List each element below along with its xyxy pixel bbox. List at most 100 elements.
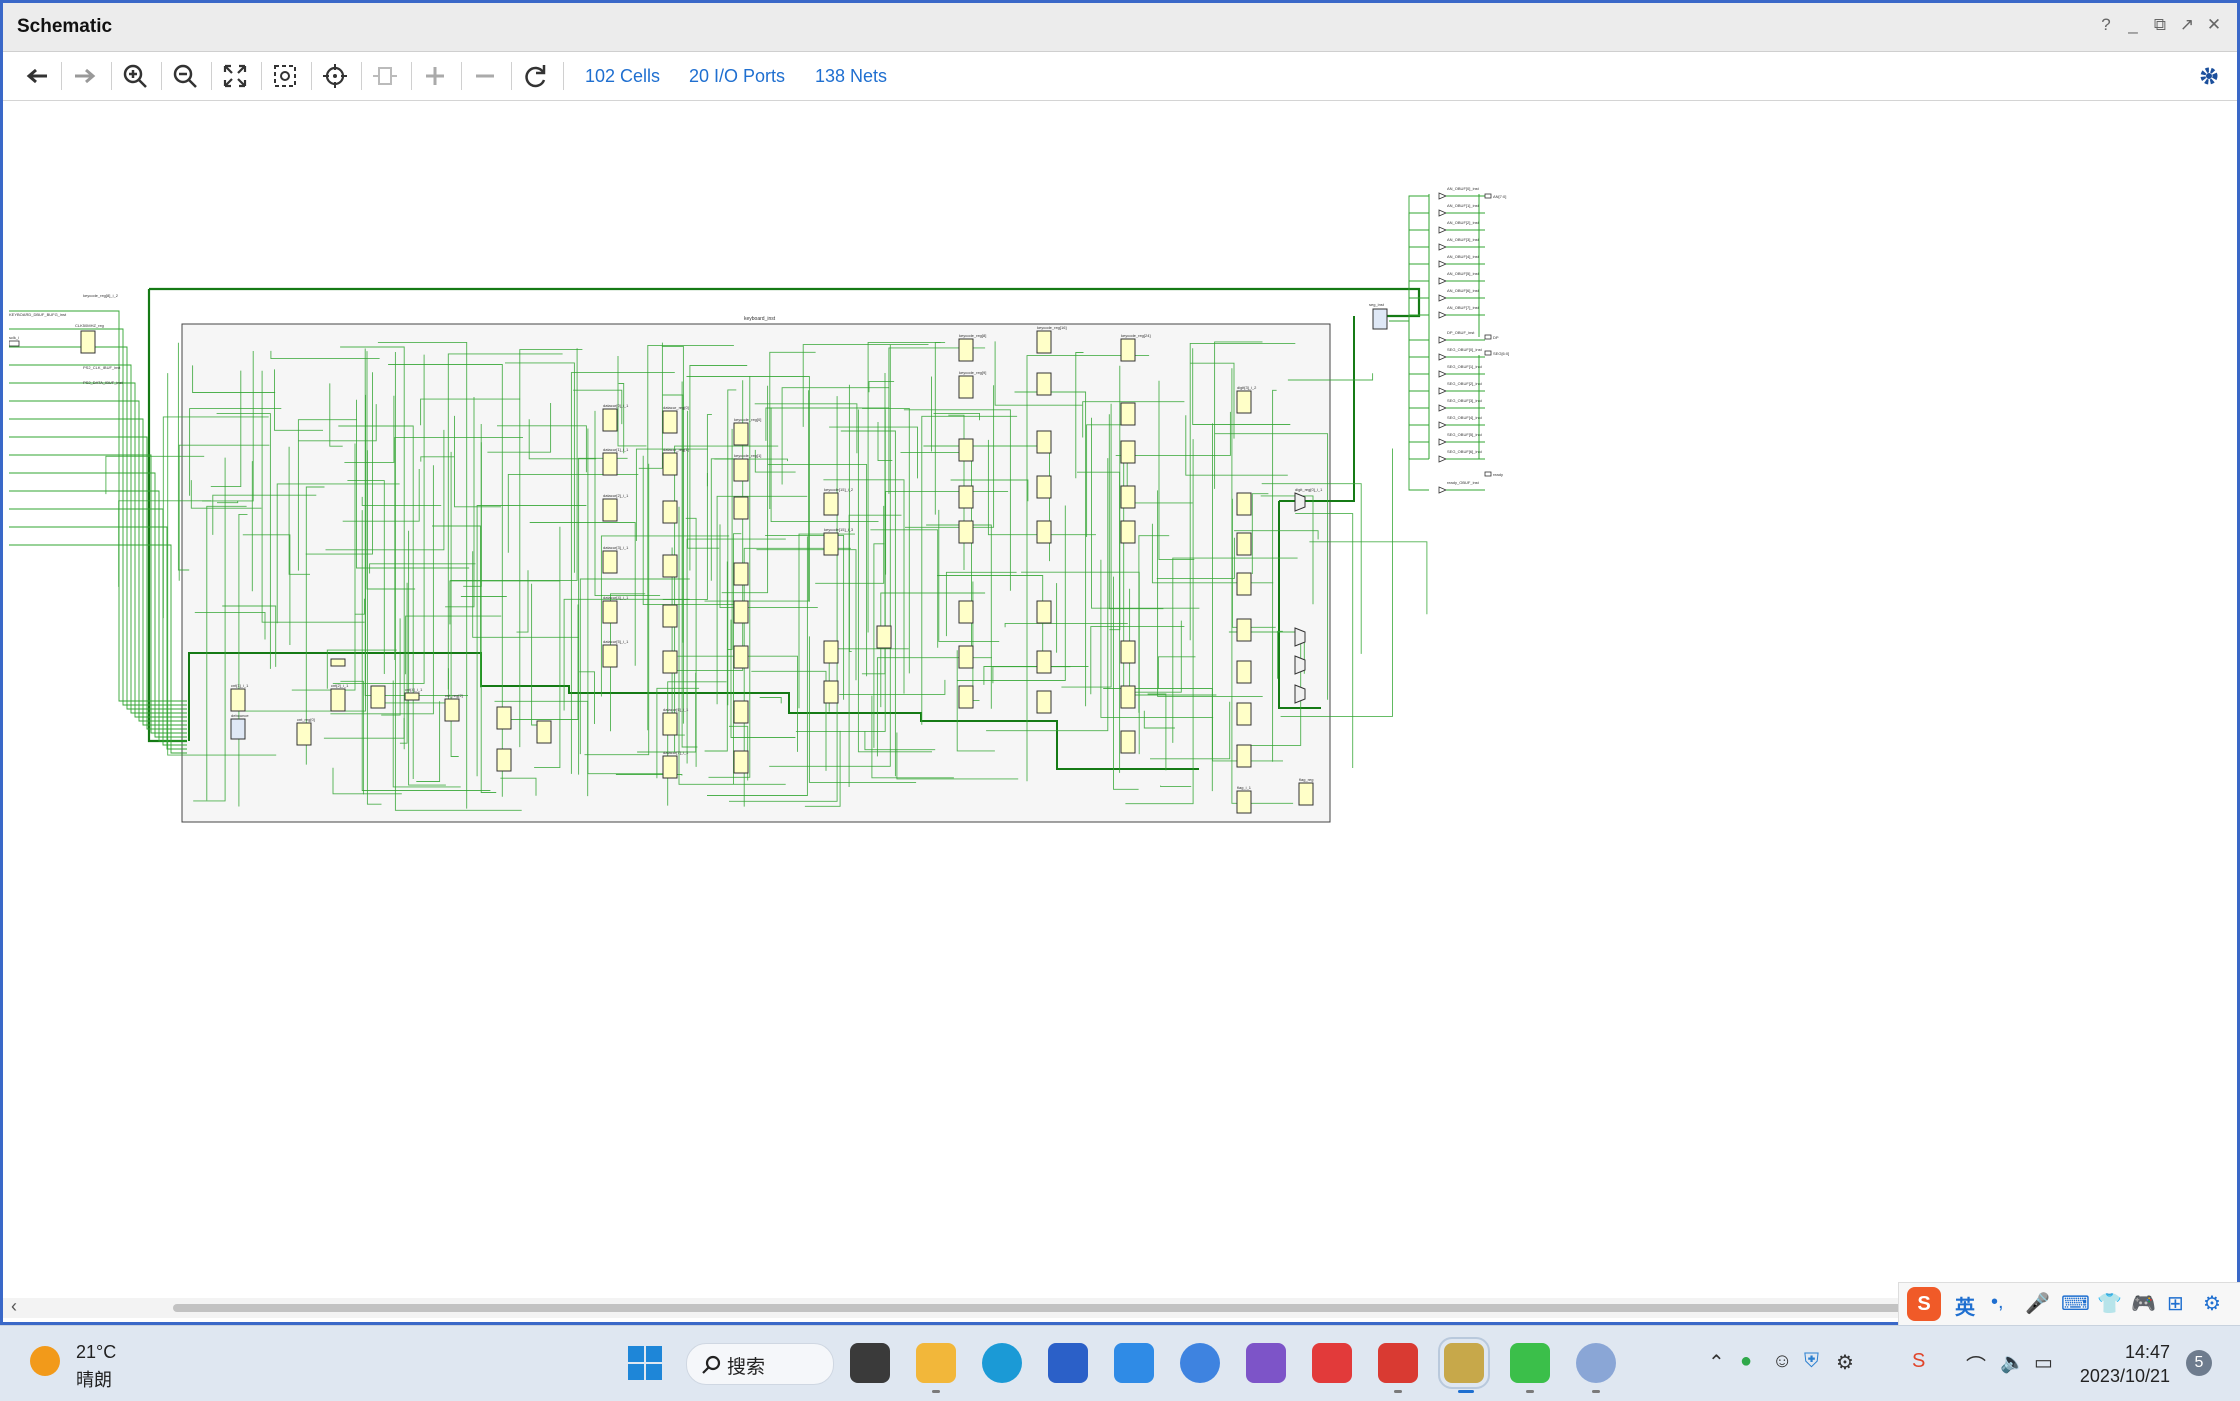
ports-link[interactable]: 20 I/O Ports [689,66,785,87]
weather-desc[interactable]: 晴朗 [76,1366,112,1392]
back-icon[interactable] [21,62,53,90]
output-port[interactable] [1485,335,1491,339]
net-wire[interactable] [9,329,187,705]
buffer-cell[interactable] [405,693,419,700]
fit-icon[interactable] [219,62,251,90]
schematic-cell[interactable] [1037,521,1051,543]
wps-icon[interactable] [1378,1343,1418,1383]
edge-icon[interactable] [982,1343,1022,1383]
schematic-drawing[interactable]: keyboard_instAN_OBUF[0]_instAN_OBUF[1]_i… [9,101,2231,1297]
ime-settings-icon[interactable]: ⚙ [2203,1291,2221,1316]
schematic-cell[interactable] [1237,573,1251,595]
schematic-cell[interactable] [734,423,748,445]
obuf-cell[interactable] [1439,227,1446,233]
taskbar-search[interactable]: 搜索 [686,1343,834,1385]
schematic-cell[interactable] [1037,601,1051,623]
store-icon[interactable] [1048,1343,1088,1383]
schematic-cell[interactable] [537,721,551,743]
schematic-cell[interactable] [1237,493,1251,515]
refresh-icon[interactable] [519,62,551,90]
zoom-out-icon[interactable] [169,62,201,90]
net-wire[interactable] [9,545,187,753]
grid-icon[interactable]: ⊞ [2167,1291,2184,1316]
schematic-cell[interactable] [81,331,95,353]
help-icon[interactable]: ? [2095,15,2117,35]
qq-icon[interactable]: ☺ [1772,1350,1792,1373]
schematic-cell[interactable] [734,497,748,519]
obuf-cell[interactable] [1439,210,1446,216]
vivado-icon[interactable] [1444,1343,1484,1383]
obuf-cell[interactable] [1439,405,1446,411]
net-wire[interactable] [9,527,187,749]
gamepad-icon[interactable]: 🎮 [2131,1291,2156,1316]
schematic-cell[interactable] [1037,691,1051,713]
zoom-area-icon[interactable] [269,62,301,90]
net-wire[interactable] [9,365,187,713]
schematic-cell[interactable] [663,453,677,475]
schematic-cell[interactable] [1121,731,1135,753]
schematic-cell[interactable] [663,651,677,673]
schematic-cell[interactable] [734,646,748,668]
forward-icon[interactable] [69,62,101,90]
schematic-cell[interactable] [959,376,973,398]
schematic-cell[interactable] [1121,641,1135,663]
schematic-cell[interactable] [371,686,385,708]
scroll-left-icon[interactable]: ‹ [11,1296,17,1317]
sogou-tray-icon[interactable]: S [1912,1350,1925,1373]
schematic-cell[interactable] [1237,661,1251,683]
scrollbar-thumb[interactable] [173,1304,1913,1312]
network-adapter-icon[interactable]: ⚙ [1836,1350,1854,1375]
locate-icon[interactable] [319,62,351,90]
schematic-cell[interactable] [959,339,973,361]
schematic-cell[interactable] [734,701,748,723]
schematic-cell[interactable] [663,756,677,778]
net-wire[interactable] [149,289,1419,316]
schematic-cell[interactable] [1037,651,1051,673]
net-wire[interactable] [9,491,187,741]
weather-temp[interactable]: 21°C [76,1342,116,1363]
seg-inst-cell[interactable] [1373,309,1387,329]
schematic-cell[interactable] [734,751,748,773]
debounce-cell[interactable] [231,719,245,739]
cells-link[interactable]: 102 Cells [585,66,660,87]
float-icon[interactable]: ↗ [2176,15,2198,35]
buffer-cell[interactable] [331,659,345,666]
schematic-cell[interactable] [1121,403,1135,425]
obuf-cell[interactable] [1439,278,1446,284]
restore-icon[interactable]: ⧉ [2149,15,2171,35]
net-wire[interactable] [9,473,187,737]
chevron-up-icon[interactable]: ⌃ [1708,1350,1725,1375]
ime-lang[interactable]: 英 [1955,1291,1975,1320]
schematic-cell[interactable] [1121,521,1135,543]
obuf-cell[interactable] [1439,261,1446,267]
schematic-cell[interactable] [663,411,677,433]
net-wire[interactable] [9,509,187,745]
obuf-cell[interactable] [1439,312,1446,318]
schematic-cell[interactable] [1237,619,1251,641]
volume-icon[interactable]: 🔈 [2000,1350,2025,1375]
input-port[interactable] [9,341,19,346]
clock-date[interactable]: 2023/10/21 [2064,1366,2170,1387]
notification-badge[interactable]: 5 [2186,1350,2212,1376]
schematic-cell[interactable] [1037,476,1051,498]
output-port[interactable] [1485,194,1491,198]
clock-time[interactable]: 14:47 [2094,1342,2170,1363]
app-icon[interactable] [1114,1343,1154,1383]
schematic-cell[interactable] [663,555,677,577]
schematic-cell[interactable] [297,723,311,745]
schematic-canvas[interactable]: keyboard_instAN_OBUF[0]_instAN_OBUF[1]_i… [9,101,2231,1297]
skin-icon[interactable]: 👕 [2097,1291,2122,1316]
task-view-icon[interactable] [850,1343,890,1383]
security-icon[interactable]: ⛨ [1804,1350,1819,1373]
schematic-cell[interactable] [603,551,617,573]
schematic-cell[interactable] [734,563,748,585]
net-wire[interactable] [9,437,187,729]
schematic-cell[interactable] [1121,339,1135,361]
obuf-cell[interactable] [1439,244,1446,250]
schematic-cell[interactable] [1121,686,1135,708]
output-port[interactable] [1485,351,1491,355]
schematic-cell[interactable] [497,707,511,729]
schematic-cell[interactable] [1299,783,1313,805]
schematic-cell[interactable] [663,501,677,523]
obuf-cell[interactable] [1439,295,1446,301]
